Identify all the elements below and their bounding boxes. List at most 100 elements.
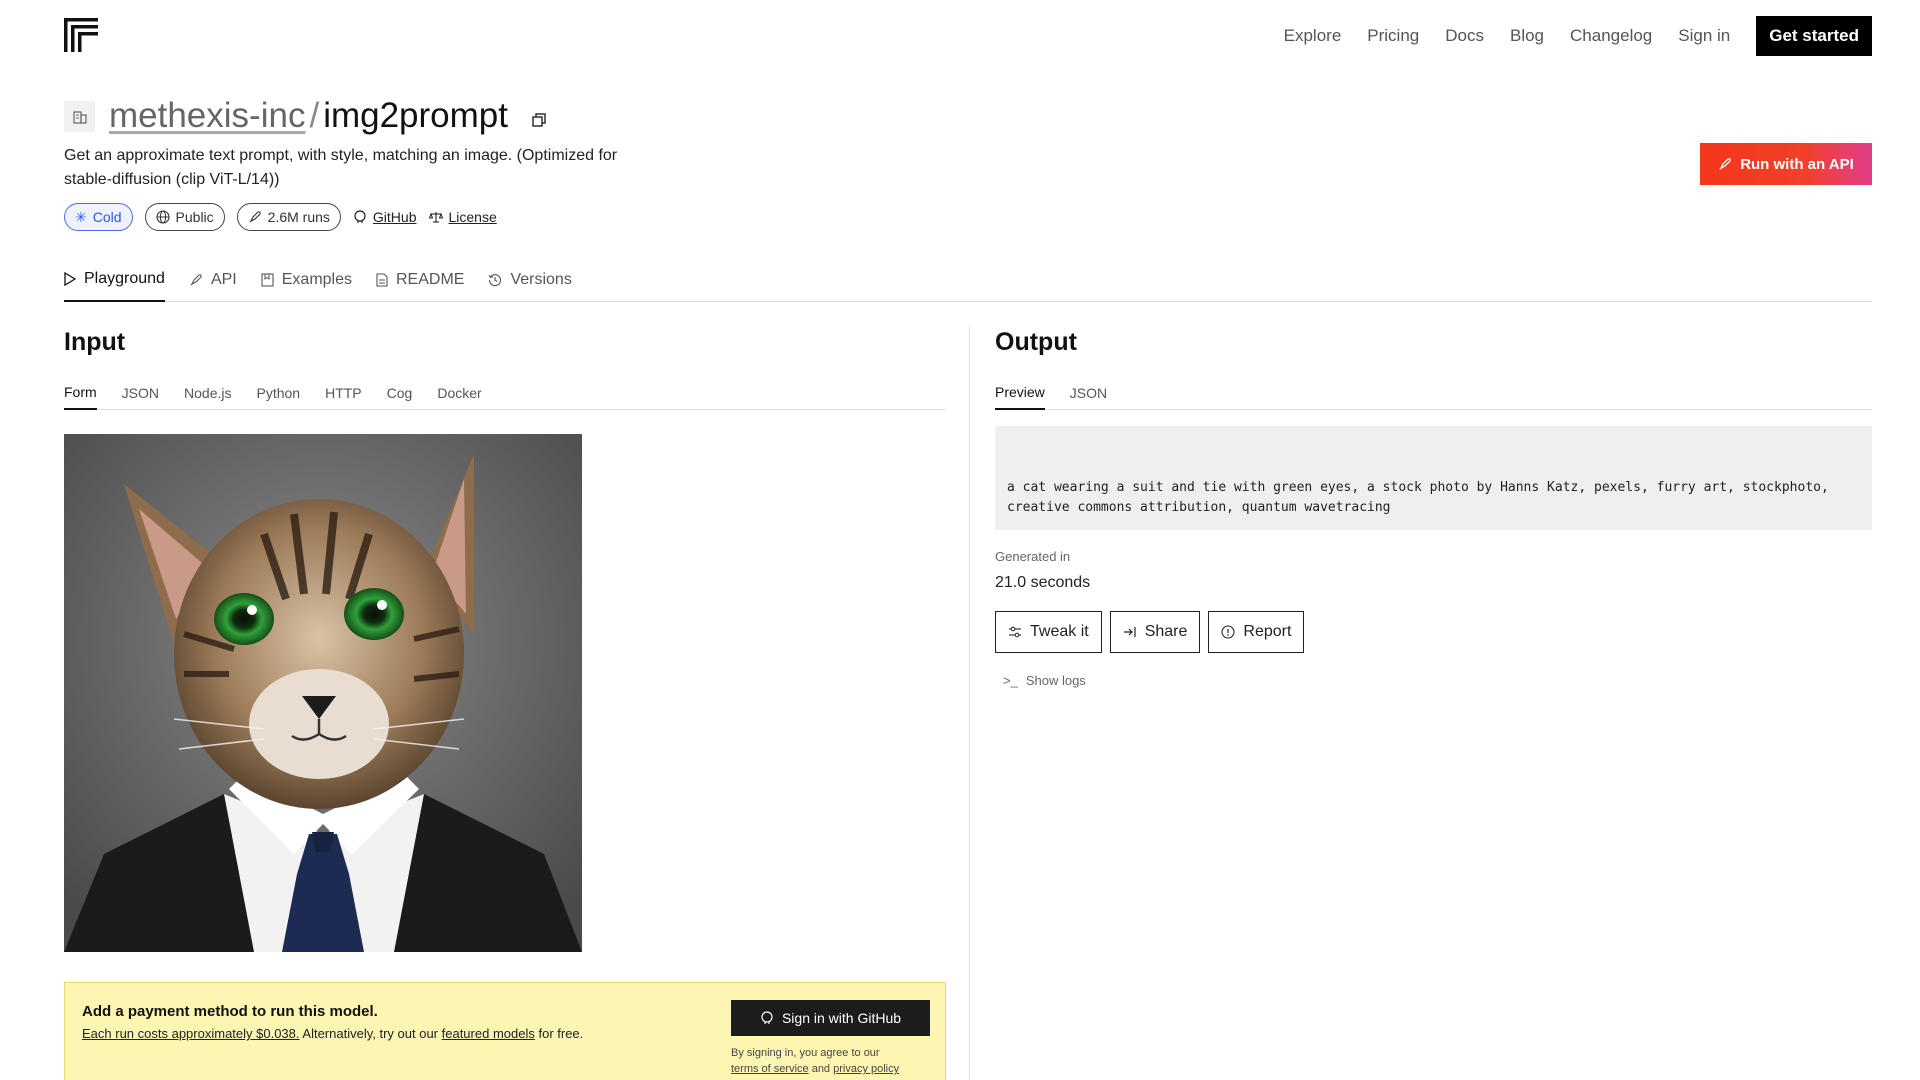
- globe-icon: [155, 210, 170, 224]
- signin-legal: By signing in, you agree to our terms of…: [731, 1045, 899, 1077]
- github-icon: [354, 210, 366, 223]
- tweak-label: Tweak it: [1030, 623, 1089, 640]
- output-subtabs: Preview JSON: [995, 376, 1872, 410]
- rocket-icon: [1719, 158, 1731, 170]
- payment-title: Add a payment method to run this model.: [82, 1003, 378, 1020]
- subtab-http[interactable]: HTTP: [325, 376, 362, 410]
- bookmark-icon: [261, 273, 274, 287]
- tab-api-label: API: [210, 271, 237, 288]
- cost-link[interactable]: Each run costs approximately $0.038.: [82, 1026, 300, 1041]
- model-badges: ✳ Cold Public 2.6M runs GitHub License: [64, 203, 497, 231]
- report-button[interactable]: Report: [1208, 611, 1305, 653]
- tab-playground-label: Playground: [84, 270, 165, 287]
- sign-in-github-label: Sign in with GitHub: [781, 1010, 902, 1026]
- input-image[interactable]: [64, 434, 582, 952]
- tab-versions[interactable]: Versions: [488, 262, 572, 302]
- share-icon: [1123, 627, 1136, 637]
- legal-and: and: [808, 1063, 834, 1075]
- privacy-link[interactable]: privacy policy: [833, 1063, 899, 1075]
- subtab-output-json[interactable]: JSON: [1070, 376, 1107, 410]
- get-started-button[interactable]: Get started: [1756, 16, 1872, 56]
- sliders-icon: [1009, 626, 1021, 638]
- status-badge: ✳ Cold: [64, 203, 133, 231]
- input-heading: Input: [64, 328, 126, 356]
- report-label: Report: [1243, 623, 1292, 640]
- play-icon: [64, 272, 76, 286]
- runs-label: 2.6M runs: [267, 209, 330, 225]
- nav-blog[interactable]: Blog: [1510, 26, 1544, 46]
- github-label: GitHub: [372, 209, 417, 225]
- share-button[interactable]: Share: [1109, 611, 1201, 653]
- payment-text-mid: Alternatively, try out our: [299, 1026, 442, 1041]
- terms-link[interactable]: terms of service: [731, 1063, 809, 1075]
- page-title: methexis-inc / img2prompt: [109, 96, 508, 136]
- subtab-json[interactable]: JSON: [122, 376, 159, 410]
- tab-examples[interactable]: Examples: [261, 262, 352, 302]
- organization-icon: [64, 101, 95, 132]
- tab-examples-label: Examples: [281, 271, 352, 288]
- model-tabs: Playground API Examples README Versions: [64, 262, 1872, 302]
- featured-models-link[interactable]: featured models: [442, 1026, 535, 1041]
- rocket-icon: [249, 211, 261, 223]
- org-link[interactable]: methexis-inc: [109, 96, 305, 135]
- license-label: License: [448, 209, 497, 225]
- replicate-logo[interactable]: [64, 18, 98, 52]
- legal-line-2: terms of service and privacy policy: [731, 1061, 899, 1077]
- top-nav: Explore Pricing Docs Blog Changelog Sign…: [1284, 16, 1872, 56]
- generated-label: Generated in: [995, 549, 1071, 564]
- title-separator: /: [309, 96, 320, 135]
- scale-icon: [428, 212, 443, 223]
- generated-value: 21.0 seconds: [995, 574, 1091, 591]
- legal-line-1: By signing in, you agree to our: [731, 1047, 880, 1059]
- license-link[interactable]: License: [428, 209, 497, 225]
- document-icon: [376, 273, 388, 287]
- nav-changelog[interactable]: Changelog: [1570, 26, 1652, 46]
- output-text: a cat wearing a suit and tie with green …: [1007, 480, 1829, 515]
- tab-api[interactable]: API: [189, 262, 237, 302]
- visibility-badge: Public: [144, 203, 225, 231]
- share-label: Share: [1144, 623, 1188, 640]
- output-actions: Tweak it Share Report: [995, 611, 1305, 653]
- nav-pricing[interactable]: Pricing: [1367, 26, 1419, 46]
- cat-in-suit-image: [64, 434, 582, 952]
- tab-playground[interactable]: Playground: [64, 262, 165, 302]
- history-icon: [489, 274, 502, 287]
- column-divider: [969, 327, 970, 1080]
- github-icon: [761, 1011, 773, 1024]
- run-with-api-button[interactable]: Run with an API: [1700, 143, 1872, 185]
- tab-versions-label: Versions: [510, 271, 572, 288]
- subtab-form[interactable]: Form: [64, 376, 97, 410]
- show-logs-label: Show logs: [1025, 673, 1086, 688]
- model-description: Get an approximate text prompt, with sty…: [64, 147, 618, 188]
- output-heading: Output: [995, 328, 1077, 356]
- snowflake-icon: ✳: [75, 208, 87, 225]
- terminal-icon: >_: [1003, 673, 1018, 688]
- subtab-cog[interactable]: Cog: [387, 376, 413, 410]
- input-subtabs: Form JSON Node.js Python HTTP Cog Docker: [64, 376, 946, 410]
- status-label: Cold: [92, 209, 122, 225]
- nav-docs[interactable]: Docs: [1445, 26, 1484, 46]
- payment-text-end: for free.: [534, 1026, 584, 1041]
- tweak-button[interactable]: Tweak it: [995, 611, 1102, 653]
- rocket-icon: [190, 274, 202, 286]
- tab-readme-label: README: [396, 271, 465, 288]
- tab-readme[interactable]: README: [376, 262, 464, 302]
- alert-circle-icon: [1221, 625, 1235, 639]
- subtab-python[interactable]: Python: [256, 376, 300, 410]
- payment-banner: Add a payment method to run this model. …: [64, 982, 946, 1080]
- copy-icon[interactable]: [531, 112, 547, 128]
- show-logs-toggle[interactable]: >_ Show logs: [1003, 673, 1086, 688]
- run-with-api-label: Run with an API: [1740, 155, 1854, 173]
- subtab-nodejs[interactable]: Node.js: [184, 376, 231, 410]
- subtab-docker[interactable]: Docker: [437, 376, 481, 410]
- output-box: a cat wearing a suit and tie with green …: [995, 426, 1872, 530]
- subtab-preview[interactable]: Preview: [995, 376, 1045, 410]
- visibility-label: Public: [175, 209, 214, 225]
- model-name: img2prompt: [323, 96, 508, 135]
- payment-text: Each run costs approximately $0.038. Alt…: [82, 1026, 583, 1041]
- nav-sign-in[interactable]: Sign in: [1678, 26, 1730, 46]
- nav-explore[interactable]: Explore: [1284, 26, 1342, 46]
- sign-in-github-button[interactable]: Sign in with GitHub: [731, 1000, 930, 1036]
- runs-badge: 2.6M runs: [236, 203, 341, 231]
- github-link[interactable]: GitHub: [353, 209, 417, 225]
